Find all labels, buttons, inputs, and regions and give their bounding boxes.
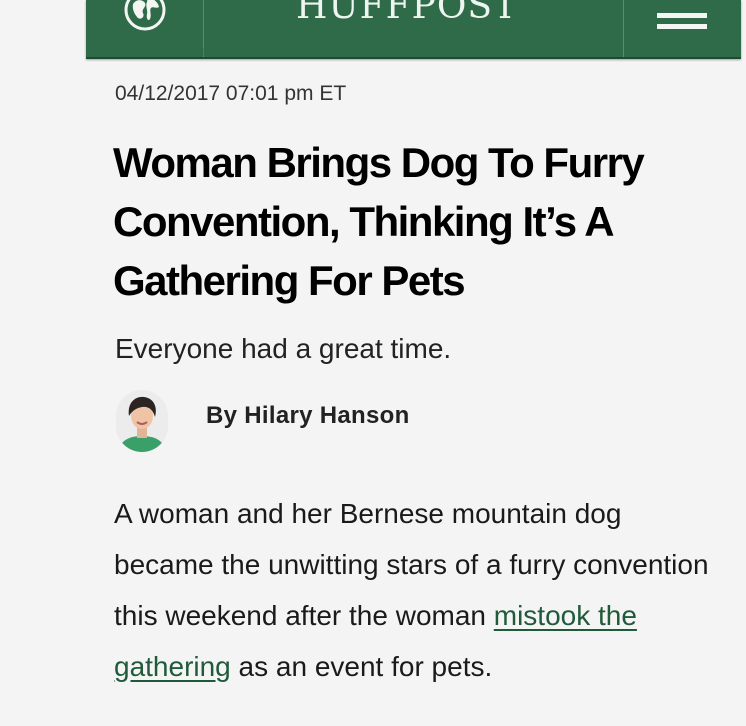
menu-button[interactable] bbox=[624, 0, 741, 57]
body-text-end: as an event for pets. bbox=[230, 651, 493, 682]
author-photo bbox=[116, 390, 168, 452]
article-subhead: Everyone had a great time. bbox=[115, 333, 452, 364]
globe-icon bbox=[124, 0, 166, 31]
article-headline: Woman Brings Dog To Furry Convention, Th… bbox=[113, 139, 645, 304]
author-avatar[interactable] bbox=[116, 390, 168, 452]
huffpost-logo[interactable]: HUFFPOST bbox=[276, 0, 538, 27]
section-label[interactable]: WEIRD NEWS bbox=[113, 48, 249, 62]
hamburger-menu-icon bbox=[657, 24, 707, 29]
article-timestamp: 04/12/2017 07:01 pm ET bbox=[115, 82, 347, 105]
hamburger-menu-icon bbox=[657, 13, 707, 18]
author-byline[interactable]: By Hilary Hanson bbox=[206, 402, 410, 430]
article-body: A woman and her Bernese mountain dog bec… bbox=[114, 488, 724, 692]
